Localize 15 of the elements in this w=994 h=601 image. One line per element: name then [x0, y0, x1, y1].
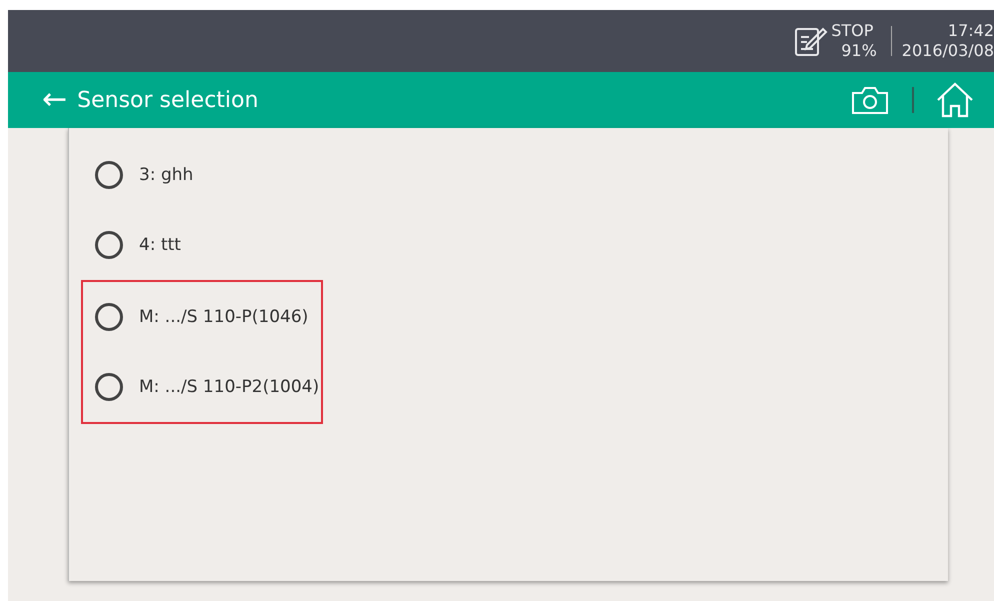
sensor-label[interactable]: 4: ttt	[139, 235, 181, 255]
date-text: 2016/03/08	[902, 41, 994, 61]
radio-button[interactable]	[95, 373, 123, 401]
radio-button[interactable]	[95, 231, 123, 259]
camera-icon[interactable]	[850, 84, 890, 116]
sensor-label[interactable]: M: .../S 110-P2(1004)	[139, 377, 320, 397]
battery-text: 91%	[840, 41, 877, 61]
radio-button[interactable]	[95, 303, 123, 331]
sensor-label[interactable]: M: .../S 110-P(1046)	[139, 307, 308, 327]
radio-button[interactable]	[95, 161, 123, 189]
sensor-label[interactable]: 3: ghh	[139, 165, 194, 185]
mode-text: STOP	[831, 21, 874, 41]
screen-title: Sensor selection	[77, 88, 260, 112]
time-text: 17:42	[948, 21, 994, 41]
home-icon[interactable]	[936, 82, 974, 118]
